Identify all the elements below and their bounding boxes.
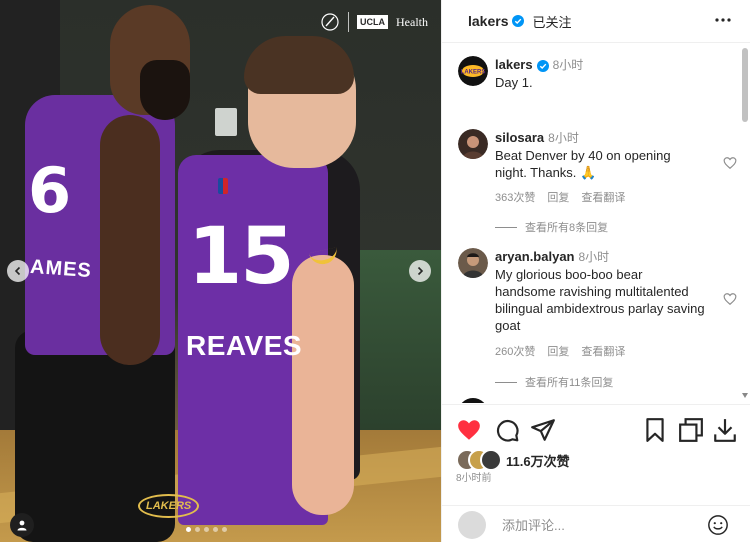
comment-like-count[interactable]: 363次赞: [495, 189, 535, 205]
caption-time: 8小时: [552, 58, 584, 72]
comment-meta: 260次赞 回复 查看翻译: [495, 343, 625, 359]
commenter-avatar[interactable]: [458, 129, 488, 159]
player1-number: 6: [28, 154, 72, 227]
carousel-dot: [213, 527, 218, 532]
comment-like-count[interactable]: 260次赞: [495, 343, 535, 359]
gym-window: [215, 108, 237, 136]
verified-badge-icon: [512, 15, 525, 27]
reply-button[interactable]: 回复: [547, 189, 569, 205]
follow-status-button[interactable]: 已关注: [532, 12, 571, 31]
comments-list[interactable]: LAKERS lakers 8小时 Day 1. silosara 8小时 Beat…: [442, 43, 741, 403]
like-heart-icon[interactable]: [456, 417, 482, 443]
player1-arm: [100, 115, 160, 365]
add-comment-bar: [442, 505, 750, 544]
post-time: 8小时前: [456, 473, 492, 484]
comments-scrollbar[interactable]: [740, 44, 750, 402]
player1-beard: [140, 60, 190, 120]
current-user-avatar: [458, 511, 486, 539]
previous-slide-button[interactable]: [7, 260, 29, 282]
commenter-avatar[interactable]: [458, 248, 488, 278]
view-replies-label: 查看所有8条回复: [525, 222, 609, 234]
chevron-left-icon: [14, 266, 21, 276]
player2-name: REAVES: [186, 330, 303, 361]
caption-text: Day 1.: [495, 75, 533, 90]
carousel-indicator: [186, 527, 227, 532]
carousel-dot: [195, 527, 200, 532]
carousel-dot: [204, 527, 209, 532]
post-photo[interactable]: 6 AMES 15 REAVES LAKERS UCLA Health: [0, 0, 441, 542]
share-icon[interactable]: [530, 417, 556, 443]
more-options-icon[interactable]: [713, 12, 733, 28]
scrollbar-thumb[interactable]: [742, 48, 748, 122]
comment-item: aryan.balyan 8小时 My glorious boo-boo bear…: [458, 248, 737, 390]
comment-input[interactable]: [500, 516, 704, 534]
translate-button[interactable]: 查看翻译: [581, 189, 625, 205]
comment-like-icon[interactable]: [723, 292, 737, 306]
tagged-users-button[interactable]: [10, 513, 34, 537]
chevron-right-icon: [417, 266, 424, 276]
comment-meta: 363次赞 回复 查看翻译: [495, 189, 625, 205]
liker-avatars: [456, 449, 502, 471]
lakers-icon: [321, 13, 339, 31]
replies-divider: [495, 381, 517, 383]
comment-username[interactable]: silosara: [495, 130, 544, 145]
comment-text: Beat Denver by 40 on opening night. Than…: [495, 148, 671, 180]
player2-arm: [292, 255, 354, 515]
user-icon: [17, 520, 27, 531]
scroll-down-arrow-icon[interactable]: [742, 393, 748, 398]
post-actions: 11.6万次赞 8小时前: [442, 404, 750, 543]
reply-button[interactable]: 回复: [547, 343, 569, 359]
watermark-divider: [348, 12, 349, 32]
liker-avatar: [480, 449, 502, 471]
comment-item: silosara 8小时 Beat Denver by 40 on opening…: [458, 129, 737, 239]
carousel-dot: [222, 527, 227, 532]
comment-username[interactable]: aryan.balyan: [495, 249, 575, 264]
post-side-panel: lakers 已关注 LAKERS lakers 8小时 Day 1. silo…: [441, 0, 750, 542]
post-header: lakers 已关注: [442, 0, 750, 43]
floor-logo: LAKERS: [138, 494, 200, 518]
replies-divider: [495, 226, 517, 228]
ucla-label: UCLA: [357, 15, 388, 29]
nba-logo-icon: [218, 178, 228, 194]
likes-summary[interactable]: 11.6万次赞: [456, 449, 570, 471]
view-replies-label: 查看所有11条回复: [525, 377, 614, 389]
view-replies-button[interactable]: 查看所有8条回复: [495, 219, 608, 235]
comment-text: My glorious boo-boo bear handsome ravish…: [495, 267, 705, 333]
carousel-dot: [186, 527, 191, 532]
action-icons: [456, 417, 738, 445]
next-slide-button[interactable]: [409, 260, 431, 282]
download-icon[interactable]: [712, 417, 738, 443]
caption-username[interactable]: lakers: [495, 57, 533, 72]
translate-button[interactable]: 查看翻译: [581, 343, 625, 359]
lakers-avatar[interactable]: LAKERS: [458, 56, 488, 86]
player2-hair: [244, 36, 354, 94]
comment-item-partial: [458, 398, 733, 403]
emoji-icon[interactable]: [707, 514, 729, 536]
svg-text:LAKERS: LAKERS: [461, 70, 486, 76]
comment-time: 8小时: [548, 131, 579, 145]
verified-badge-icon: [536, 59, 549, 72]
comment-icon[interactable]: [494, 417, 520, 443]
player2-number: 15: [188, 212, 295, 302]
open-in-window-icon[interactable]: [678, 417, 704, 443]
save-bookmark-icon[interactable]: [642, 417, 668, 443]
health-label: Health: [396, 14, 428, 29]
player1-name: AMES: [29, 255, 93, 283]
comment-time: 8小时: [578, 250, 610, 264]
view-replies-button[interactable]: 查看所有11条回复: [495, 374, 613, 390]
sponsor-watermark: UCLA Health: [320, 10, 428, 34]
account-name[interactable]: lakers: [468, 13, 508, 29]
commenter-avatar[interactable]: [458, 398, 488, 403]
like-count[interactable]: 11.6万次赞: [506, 451, 570, 470]
comment-like-icon[interactable]: [723, 156, 737, 170]
